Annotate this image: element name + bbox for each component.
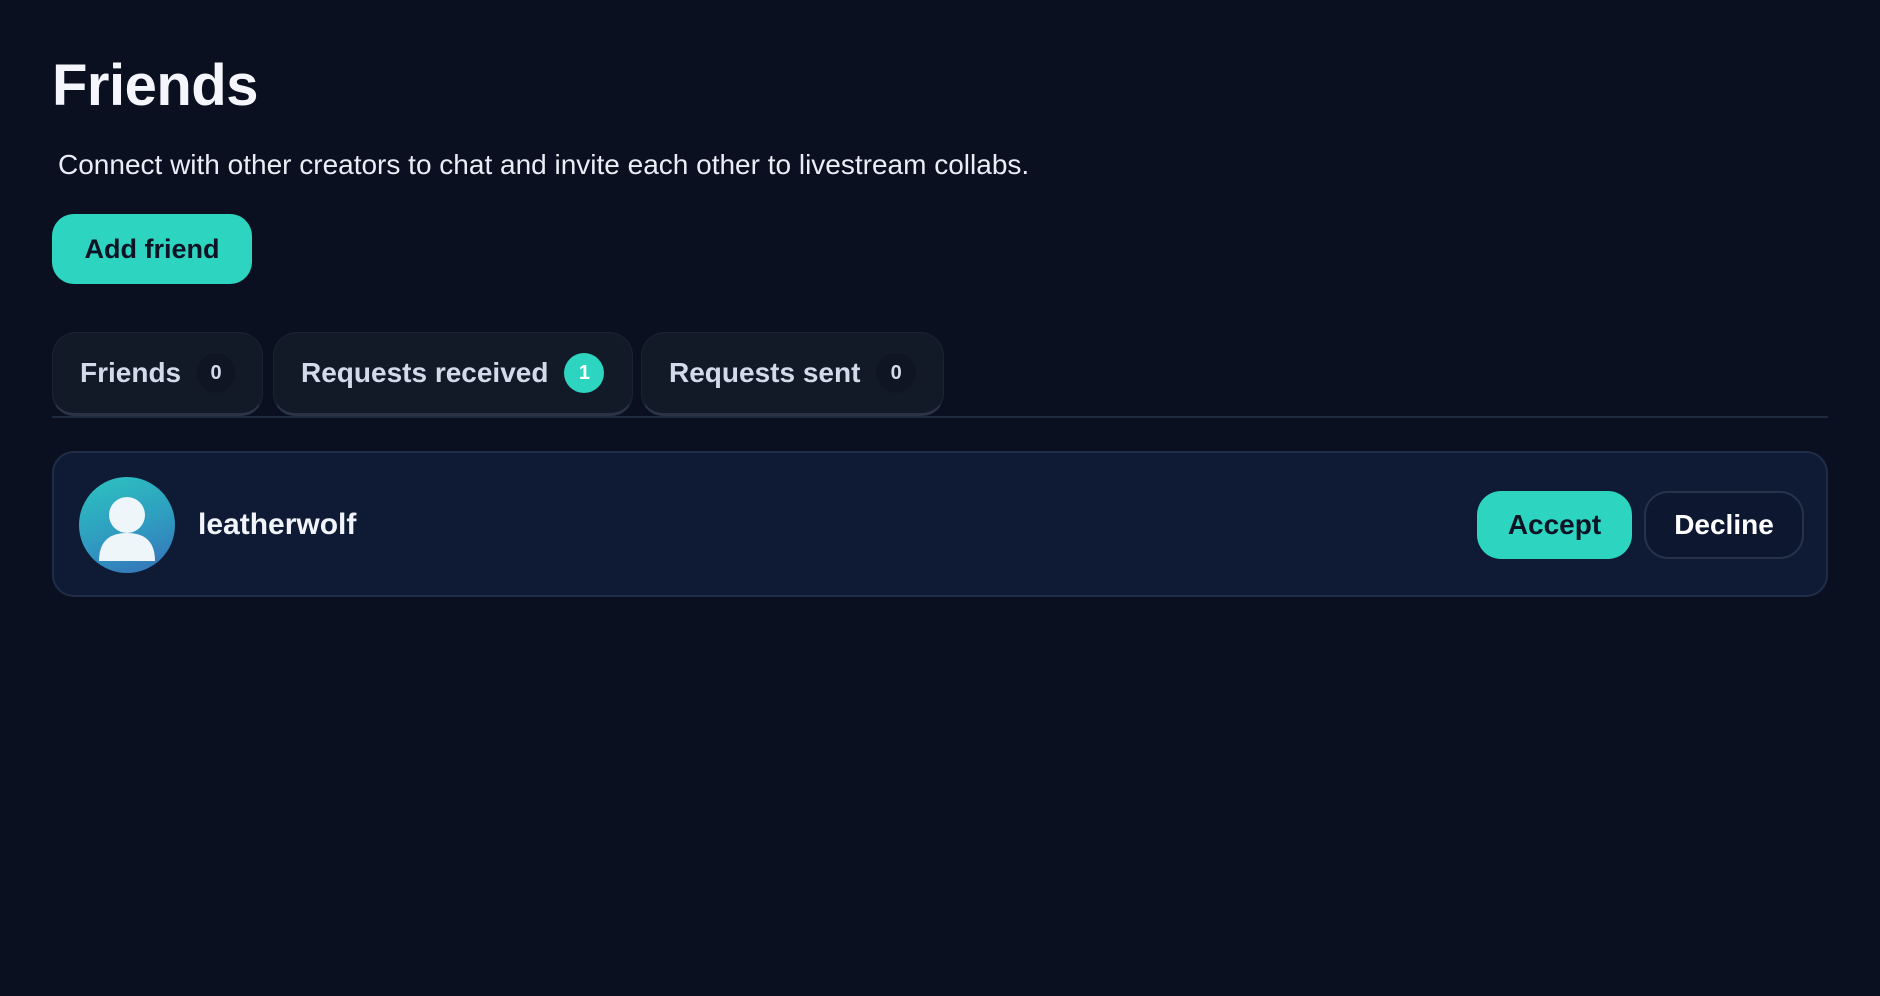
accept-button[interactable]: Accept <box>1477 491 1632 559</box>
decline-button[interactable]: Decline <box>1644 491 1804 559</box>
tab-requests-received[interactable]: Requests received 1 <box>273 332 633 416</box>
add-friend-button[interactable]: Add friend <box>52 214 252 284</box>
friend-request-card: leatherwolf Accept Decline <box>52 451 1828 597</box>
page-subtitle: Connect with other creators to chat and … <box>58 149 1030 180</box>
friends-page: Friends Connect with other creators to c… <box>52 0 1828 996</box>
tab-label: Requests received <box>301 357 549 388</box>
friends-tabs: Friends 0 Requests received 1 Requests s… <box>52 332 1828 418</box>
tab-label: Friends <box>80 357 182 388</box>
user-silhouette-icon <box>99 497 155 561</box>
tab-count-badge: 0 <box>876 353 916 393</box>
tab-count-badge: 0 <box>197 353 235 393</box>
tab-label: Requests sent <box>669 357 861 388</box>
avatar <box>79 477 175 573</box>
tab-count-badge: 1 <box>564 353 605 393</box>
request-username: leatherwolf <box>198 508 357 541</box>
tab-requests-sent[interactable]: Requests sent 0 <box>641 332 944 416</box>
page-title: Friends <box>52 53 259 118</box>
tab-friends[interactable]: Friends 0 <box>52 332 263 416</box>
